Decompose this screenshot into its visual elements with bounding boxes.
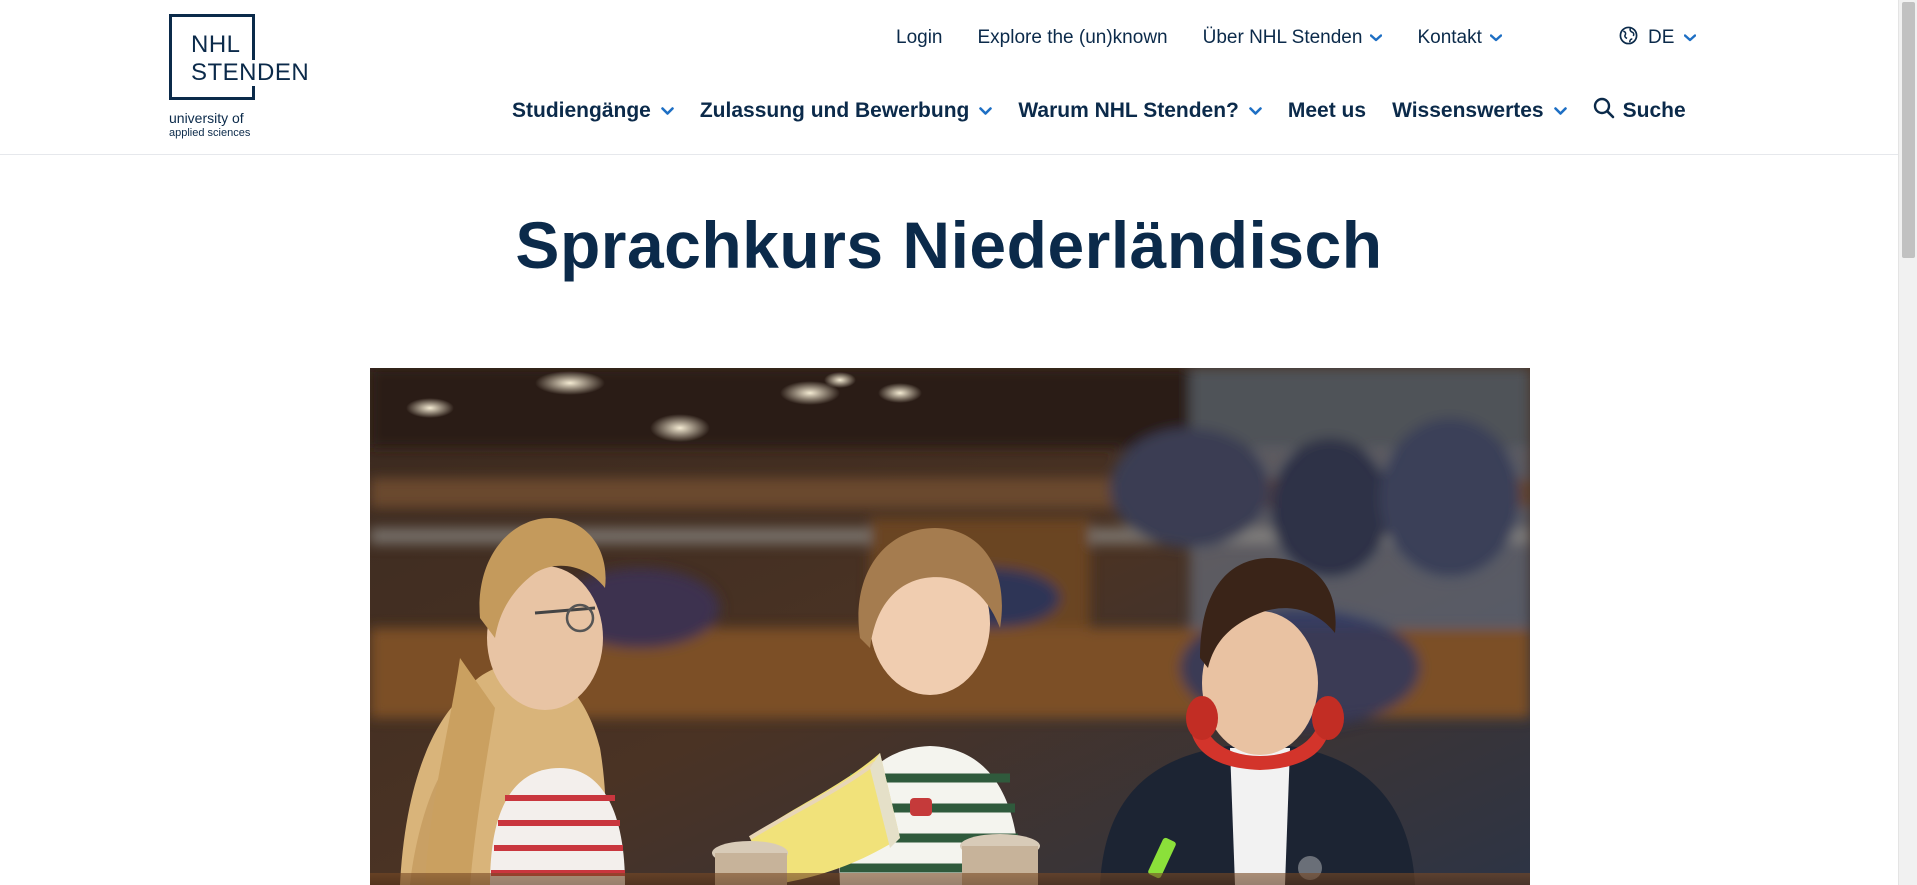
- main-nav-label: Zulassung und Bewerbung: [699, 99, 970, 122]
- search-icon: [1593, 97, 1615, 125]
- search-label: Suche: [1622, 99, 1686, 122]
- site-logo[interactable]: NHL STENDEN university of applied scienc…: [169, 14, 319, 144]
- chevron-down-icon: [979, 106, 993, 116]
- util-nav-login[interactable]: Login: [896, 27, 943, 49]
- chevron-down-icon: [1553, 106, 1567, 116]
- globe-icon: [1619, 26, 1638, 51]
- language-label: DE: [1648, 27, 1675, 48]
- scrollbar-thumb[interactable]: [1902, 2, 1915, 258]
- util-nav-contact[interactable]: Kontakt: [1417, 27, 1502, 49]
- hero-photo-illustration: [370, 368, 1530, 885]
- chevron-down-icon: [1489, 34, 1502, 42]
- page-scrollbar[interactable]: [1898, 0, 1917, 885]
- search-button[interactable]: Suche: [1593, 97, 1686, 125]
- logo-subtitle-line2: applied sciences: [169, 127, 251, 139]
- main-nav-label: Wissenswertes: [1392, 99, 1544, 122]
- main-nav-label: Warum NHL Stenden?: [1018, 99, 1239, 122]
- main-nav-label: Studiengänge: [512, 99, 651, 122]
- hero-image: [370, 368, 1530, 885]
- utility-nav: Login Explore the (un)known Über NHL Ste…: [896, 22, 1537, 54]
- logo-subtitle-line1: university of: [169, 110, 244, 126]
- main-nav-meet-us[interactable]: Meet us: [1288, 99, 1366, 123]
- util-nav-explore[interactable]: Explore the (un)known: [978, 27, 1168, 49]
- chevron-down-icon: [1684, 34, 1697, 42]
- language-selector[interactable]: DE: [1619, 22, 1697, 54]
- main-nav: Studiengänge Zulassung und Bewerbung War…: [512, 96, 1686, 126]
- main-nav-study-programs[interactable]: Studiengänge: [512, 99, 674, 123]
- util-nav-about[interactable]: Über NHL Stenden: [1203, 27, 1383, 49]
- main-nav-knowledge[interactable]: Wissenswertes: [1392, 99, 1567, 123]
- page: NHL STENDEN university of applied scienc…: [0, 0, 1917, 885]
- page-title: Sprachkurs Niederländisch: [515, 208, 1383, 282]
- util-nav-label: Kontakt: [1417, 27, 1482, 48]
- main-nav-why[interactable]: Warum NHL Stenden?: [1018, 99, 1262, 123]
- main-nav-label: Meet us: [1287, 99, 1367, 122]
- logo-wordmark-line2: STENDEN: [189, 59, 312, 86]
- chevron-down-icon: [1249, 106, 1262, 116]
- main-nav-admission[interactable]: Zulassung und Bewerbung: [700, 99, 993, 123]
- util-nav-label: Über NHL Stenden: [1202, 27, 1363, 48]
- logo-wordmark-line1: NHL: [189, 31, 243, 58]
- util-nav-label: Login: [896, 27, 943, 48]
- chevron-down-icon: [661, 106, 674, 116]
- util-nav-label: Explore the (un)known: [977, 27, 1168, 48]
- site-header: NHL STENDEN university of applied scienc…: [0, 0, 1898, 155]
- chevron-down-icon: [1370, 34, 1383, 42]
